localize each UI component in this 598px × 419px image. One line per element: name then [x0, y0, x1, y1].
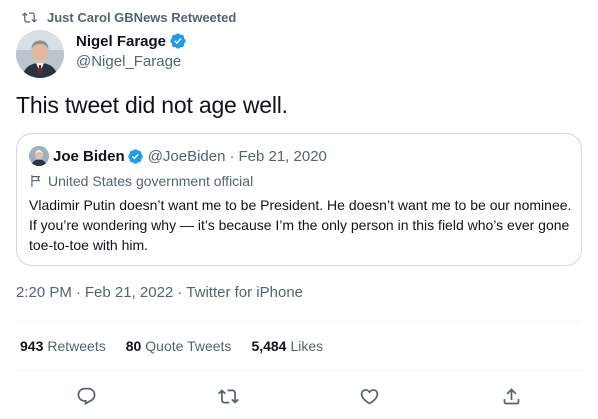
retweet-icon: [22, 11, 37, 23]
tweet-author: Nigel Farage @Nigel_Farage: [16, 30, 187, 78]
share-icon: [503, 387, 520, 404]
quote-tweets-stat[interactable]: 80 Quote Tweets: [126, 338, 232, 354]
retweet-button[interactable]: [211, 381, 245, 411]
verified-badge-icon: [170, 33, 186, 49]
retweet-context-label: Just Carol GBNews Retweeted: [47, 9, 237, 25]
retweets-count: 943: [20, 338, 44, 354]
quote-tweets-label: Quote Tweets: [145, 338, 232, 354]
tweet-time[interactable]: 2:20 PM: [16, 284, 72, 301]
retweet-icon: [217, 388, 239, 404]
meta-separator: ·: [75, 284, 81, 301]
divider: [16, 370, 582, 371]
likes-label: Likes: [290, 338, 324, 354]
quoted-separator: ·: [229, 147, 235, 165]
like-button[interactable]: [353, 381, 387, 411]
share-button[interactable]: [494, 381, 528, 411]
author-handle[interactable]: @Nigel_Farage: [76, 53, 187, 70]
government-label-text: United States government official: [48, 173, 254, 189]
tweet-date[interactable]: Feb 21, 2022: [85, 284, 173, 301]
quoted-handle: @JoeBiden: [147, 147, 226, 165]
retweets-stat[interactable]: 943 Retweets: [20, 338, 106, 354]
reply-button[interactable]: [70, 381, 104, 411]
author-name-text: Nigel Farage: [76, 32, 167, 50]
avatar-image: [16, 30, 64, 78]
retweets-label: Retweets: [47, 338, 106, 354]
government-label[interactable]: United States government official: [29, 172, 569, 190]
tweet-source[interactable]: Twitter for iPhone: [186, 284, 303, 301]
like-icon: [360, 388, 379, 405]
retweet-context[interactable]: Just Carol GBNews Retweeted: [22, 8, 236, 26]
meta-separator: ·: [177, 284, 183, 301]
quote-tweets-count: 80: [125, 338, 142, 354]
quoted-tweet[interactable]: Joe Biden @JoeBiden · Feb 21, 2020 Unite…: [16, 133, 582, 266]
tweet-text: This tweet did not age well.: [16, 92, 288, 118]
avatar[interactable]: [16, 30, 64, 78]
tweet-stats: 943 Retweets 80 Quote Tweets 5,484 Likes: [20, 338, 343, 354]
tweet-meta: 2:20 PM · Feb 21, 2022 · Twitter for iPh…: [16, 284, 303, 301]
quoted-text: Vladimir Putin doesn’t want me to be Pre…: [29, 197, 572, 253]
likes-stat[interactable]: 5,484 Likes: [251, 338, 323, 354]
quoted-avatar: [29, 146, 49, 166]
divider: [16, 321, 582, 322]
reply-icon: [77, 387, 96, 405]
author-display-name[interactable]: Nigel Farage: [76, 32, 187, 50]
quoted-date: Feb 21, 2020: [238, 147, 327, 165]
tweet-actions: [16, 381, 582, 411]
quoted-display-name: Joe Biden: [53, 147, 125, 165]
flag-icon: [31, 175, 41, 187]
likes-count: 5,484: [251, 338, 287, 354]
verified-badge-icon: [127, 148, 143, 164]
